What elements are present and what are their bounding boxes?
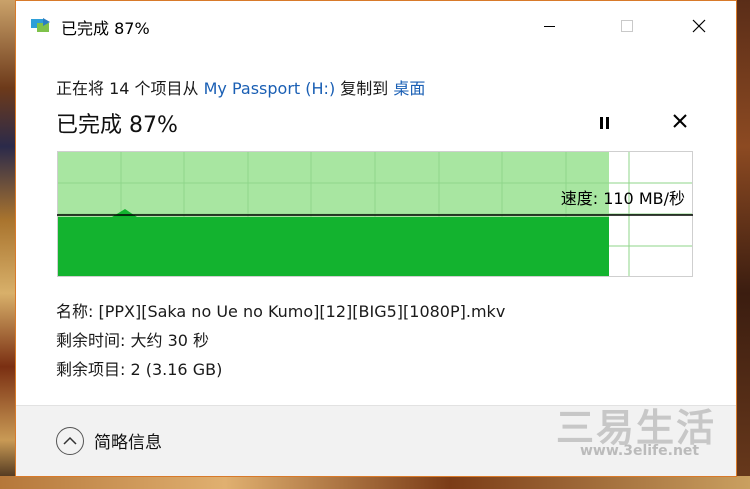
close-icon bbox=[692, 19, 706, 33]
copy-status-line: 正在将 14 个项目从 My Passport (H:) 复制到 桌面 bbox=[56, 75, 425, 99]
desktop-background-left bbox=[0, 0, 16, 489]
transfer-speed-graph: 速度: 110 MB/秒 bbox=[57, 151, 693, 277]
desktop-background-bottom bbox=[0, 476, 750, 489]
title-bar[interactable]: 已完成 87% bbox=[16, 1, 736, 51]
file-name-row: 名称: [PPX][Saka no Ue no Kumo][12][BIG5][… bbox=[56, 302, 506, 321]
fewer-details-label[interactable]: 简略信息 bbox=[94, 428, 162, 453]
chevron-up-icon bbox=[63, 436, 77, 445]
transfer-details: 名称: [PPX][Saka no Ue no Kumo][12][BIG5][… bbox=[56, 297, 505, 384]
minimize-button[interactable] bbox=[526, 1, 572, 51]
copy-transfer-icon bbox=[31, 17, 53, 33]
pause-icon-bar-right bbox=[605, 117, 609, 129]
time-remaining-row: 剩余时间: 大约 30 秒 bbox=[56, 331, 210, 350]
fewer-details-button[interactable] bbox=[56, 427, 84, 455]
dialog-footer: 简略信息 bbox=[16, 406, 736, 476]
progress-heading: 已完成 87% bbox=[56, 113, 178, 138]
desktop-background-right bbox=[736, 0, 750, 489]
destination-link[interactable]: 桌面 bbox=[393, 79, 425, 98]
graph-speed-label: 速度: 110 MB/秒 bbox=[561, 189, 685, 208]
close-button[interactable] bbox=[676, 1, 722, 51]
status-prefix: 正在将 14 个项目从 bbox=[56, 79, 204, 98]
cancel-icon bbox=[673, 114, 687, 128]
pause-icon-bar-left bbox=[599, 117, 603, 129]
items-remaining-row: 剩余项目: 2 (3.16 GB) bbox=[56, 360, 223, 379]
maximize-button[interactable] bbox=[604, 1, 650, 51]
cancel-button[interactable] bbox=[668, 109, 692, 133]
window-title: 已完成 87% bbox=[61, 19, 150, 38]
copy-progress-dialog: 已完成 87% 正在将 14 个项目从 My Passport (H:) 复制到… bbox=[15, 0, 737, 477]
maximize-icon bbox=[621, 20, 633, 32]
graph-throughput-fill bbox=[58, 209, 609, 276]
status-middle: 复制到 bbox=[335, 79, 394, 98]
source-link[interactable]: My Passport (H:) bbox=[204, 79, 336, 98]
minimize-icon bbox=[543, 25, 555, 27]
pause-button[interactable] bbox=[594, 113, 614, 133]
